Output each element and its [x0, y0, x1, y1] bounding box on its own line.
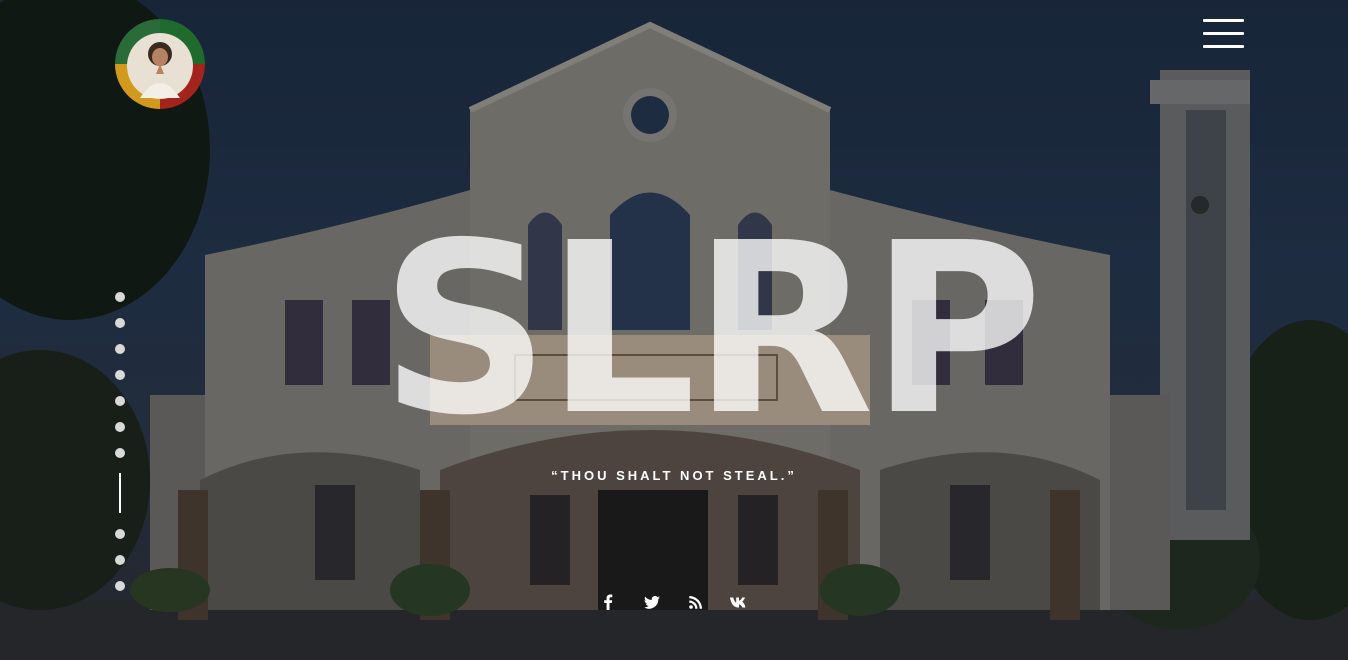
pager-dot-2[interactable]: [115, 318, 125, 328]
pager-dot-10[interactable]: [115, 555, 125, 565]
hamburger-menu-icon[interactable]: [1203, 19, 1245, 51]
pager-dot-1[interactable]: [115, 292, 125, 302]
pager-dot-9[interactable]: [115, 529, 125, 539]
hero-title: SLRP: [380, 192, 1043, 467]
parish-seal-icon: [115, 19, 205, 109]
pager-dot-5[interactable]: [115, 396, 125, 406]
menu-bar-3: [1203, 45, 1244, 48]
pager-dot-6[interactable]: [115, 422, 125, 432]
facebook-icon[interactable]: [596, 590, 620, 614]
pager-active-indicator[interactable]: [119, 473, 121, 513]
parish-logo[interactable]: [112, 18, 208, 110]
menu-bar-1: [1203, 19, 1244, 22]
pager-dot-11[interactable]: [115, 581, 125, 591]
twitter-icon[interactable]: [640, 590, 664, 614]
pager-dot-7[interactable]: [115, 448, 125, 458]
vk-icon[interactable]: [727, 590, 751, 614]
menu-bar-2: [1203, 32, 1244, 35]
social-links: [590, 590, 758, 614]
hero-quote: “THOU SHALT NOT STEAL.”: [551, 468, 797, 483]
pager-dot-4[interactable]: [115, 370, 125, 380]
rss-icon[interactable]: [683, 590, 707, 614]
section-pager: [112, 290, 128, 600]
pager-dot-3[interactable]: [115, 344, 125, 354]
